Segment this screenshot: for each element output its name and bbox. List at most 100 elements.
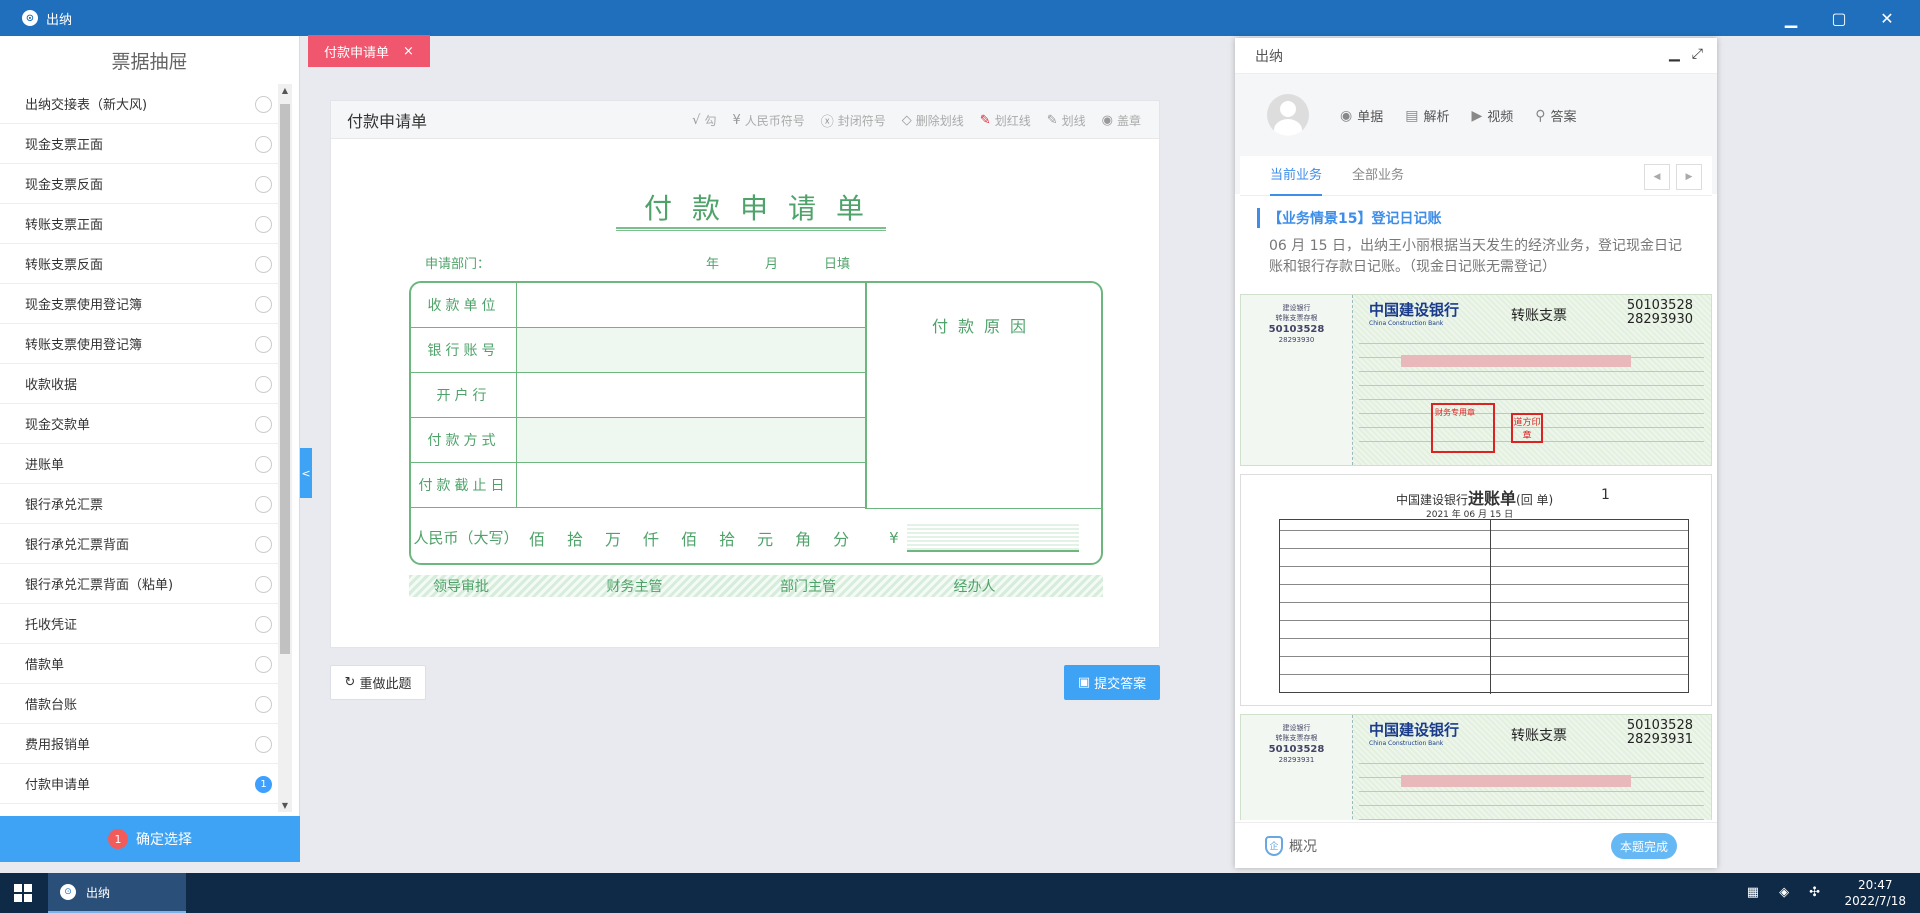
sidebar-item[interactable]: 银行承兑汇票: [0, 484, 280, 524]
sidebar-item[interactable]: 借款单: [0, 644, 280, 684]
amount-units[interactable]: 佰拾万仟佰拾元角分: [529, 526, 849, 550]
tab-payment-request[interactable]: 付款申请单 ×: [308, 35, 430, 67]
radio-icon[interactable]: [255, 176, 272, 193]
sidebar-item[interactable]: 转账支票反面: [0, 244, 280, 284]
tool-3[interactable]: ◇ 删除划线: [902, 112, 964, 129]
sidebar-item[interactable]: 现金交款单: [0, 404, 280, 444]
bill-list[interactable]: 出纳交接表（新大风) 现金支票正面 现金支票反面 转账支票正面 转账支票反面 现金支票使用…: [0, 84, 280, 812]
sidebar-item-label: 转账支票使用登记簿: [25, 338, 143, 353]
radio-icon[interactable]: [255, 576, 272, 593]
sidebar-item[interactable]: 收款收据: [0, 364, 280, 404]
prev-arrow-icon[interactable]: ◀: [1644, 164, 1670, 190]
form-row: 银行账号: [411, 328, 865, 373]
sidebar-item-label: 现金交款单: [25, 418, 91, 433]
form-row-input[interactable]: [517, 283, 865, 327]
apply-date[interactable]: 年 月 日填: [706, 253, 850, 272]
tool-6[interactable]: ◉ 盖章: [1102, 112, 1141, 129]
transfer-cheque-image[interactable]: 建设银行 转账支票存根 50103528 28293930 中国建设银行 Chin…: [1240, 294, 1712, 466]
finance-stamp: 财务专用章: [1431, 403, 1495, 453]
radio-icon[interactable]: [255, 696, 272, 713]
signature-label: 经办人: [953, 579, 996, 595]
calculator-icon[interactable]: ▦: [1747, 885, 1759, 900]
windows-start-icon[interactable]: [14, 884, 32, 902]
taskbar-app-cashier[interactable]: ⊙ 出纳: [48, 873, 186, 913]
scroll-down-icon[interactable]: ▼: [278, 801, 292, 810]
form-row-input[interactable]: [517, 373, 865, 417]
sidebar-item[interactable]: 现金支票反面: [0, 164, 280, 204]
signature-row[interactable]: 领导审批 财务主管 部门主管 经办人: [409, 575, 1103, 597]
radio-icon[interactable]: [255, 416, 272, 433]
tool-0[interactable]: √ 勾: [692, 112, 716, 129]
tag-icon[interactable]: ◈: [1779, 885, 1789, 900]
sidebar-item[interactable]: 转账支票使用登记簿: [0, 324, 280, 364]
radio-icon[interactable]: 1: [255, 776, 272, 793]
next-arrow-icon[interactable]: ▶: [1676, 164, 1702, 190]
scroll-thumb[interactable]: [280, 104, 290, 654]
panel-link-label: 视频: [1487, 110, 1514, 125]
tool-5[interactable]: ✎ 划线: [1047, 112, 1086, 129]
sidebar-item[interactable]: 银行承兑汇票背面（粘单): [0, 564, 280, 604]
radio-icon[interactable]: [255, 496, 272, 513]
sidebar-item[interactable]: 托收凭证: [0, 604, 280, 644]
sidebar-item[interactable]: 转账支票正面: [0, 204, 280, 244]
form-row-input[interactable]: [517, 418, 865, 462]
panel-link[interactable]: ⚲ 答案: [1535, 106, 1576, 126]
maximize-button[interactable]: ▢: [1826, 9, 1852, 28]
task-complete-button[interactable]: 本题完成: [1611, 833, 1677, 859]
redo-button[interactable]: ↻ 重做此题: [330, 665, 426, 700]
tab-close-icon[interactable]: ×: [403, 44, 414, 59]
radio-icon[interactable]: [255, 136, 272, 153]
deposit-bank: 中国建设银行: [1396, 493, 1469, 507]
radio-icon[interactable]: [255, 456, 272, 473]
radio-icon[interactable]: [255, 216, 272, 233]
radio-icon[interactable]: [255, 296, 272, 313]
sidebar-item[interactable]: 出纳交接表（新大风): [0, 84, 280, 124]
tool-1[interactable]: ¥ 人民币符号: [732, 112, 804, 129]
radio-icon[interactable]: [255, 96, 272, 113]
panel-link[interactable]: ▶ 视频: [1471, 106, 1514, 126]
sidebar-item[interactable]: 费用报销单: [0, 724, 280, 764]
sidebar-item[interactable]: 付款申请单 1: [0, 764, 280, 804]
sidebar-item[interactable]: 现金支票正面: [0, 124, 280, 164]
payment-reason-field[interactable]: 付款原因: [865, 283, 1101, 509]
panel-expand-icon[interactable]: ⤢: [1692, 46, 1703, 62]
document-images[interactable]: 建设银行 转账支票存根 50103528 28293930 中国建设银行 Chin…: [1240, 294, 1712, 820]
overview-link[interactable]: 概况: [1289, 836, 1317, 856]
radio-icon[interactable]: [255, 336, 272, 353]
panel-links: ◉ 单据 ▤ 解析 ▶ 视频 ⚲ 答案: [1340, 106, 1577, 126]
network-icon[interactable]: ✣: [1809, 885, 1820, 900]
panel-minimize-icon[interactable]: ▁: [1669, 46, 1680, 62]
minimize-button[interactable]: ▁: [1778, 9, 1804, 28]
tool-4[interactable]: ✎ 划红线: [980, 112, 1031, 129]
clock[interactable]: 20:47 2022/7/18: [1844, 877, 1906, 909]
scroll-up-icon[interactable]: ▲: [278, 86, 292, 95]
submit-answer-button[interactable]: ▣ 提交答案: [1064, 665, 1160, 700]
tab-current-business[interactable]: 当前业务: [1270, 156, 1323, 196]
confirm-selection-button[interactable]: 1 确定选择: [0, 816, 300, 862]
sidebar-item[interactable]: 进账单: [0, 444, 280, 484]
tool-icon: ¥: [732, 112, 741, 128]
sidebar-item[interactable]: 现金支票使用登记簿: [0, 284, 280, 324]
sidebar-item[interactable]: 银行承兑汇票背面: [0, 524, 280, 564]
sidebar-scrollbar[interactable]: ▲ ▼: [278, 84, 292, 812]
form-row-input[interactable]: [517, 328, 865, 372]
form-row-input[interactable]: [517, 463, 865, 507]
radio-icon[interactable]: [255, 736, 272, 753]
radio-icon[interactable]: [255, 536, 272, 553]
tool-2[interactable]: ⓧ 封闭符号: [821, 111, 886, 130]
apply-dept-label[interactable]: 申请部门：: [425, 253, 490, 272]
close-button[interactable]: ✕: [1874, 9, 1900, 28]
deposit-slip-image[interactable]: 中国建设银行进账单(回 单) 1 2021 年 06 月 15 日: [1240, 474, 1712, 706]
panel-link[interactable]: ▤ 解析: [1405, 106, 1449, 126]
tool-label: 划红线: [994, 113, 1031, 128]
collapse-sidebar-button[interactable]: <: [300, 448, 312, 498]
transfer-cheque-image-2[interactable]: 建设银行 转账支票存根 50103528 28293931 中国建设银行 Chin…: [1240, 714, 1712, 820]
sidebar-item[interactable]: 借款台账: [0, 684, 280, 724]
radio-icon[interactable]: [255, 256, 272, 273]
amount-figure-field[interactable]: [906, 524, 1079, 552]
radio-icon[interactable]: [255, 656, 272, 673]
radio-icon[interactable]: [255, 376, 272, 393]
radio-icon[interactable]: [255, 616, 272, 633]
panel-link[interactable]: ◉ 单据: [1340, 106, 1383, 126]
tab-all-business[interactable]: 全部业务: [1352, 156, 1404, 196]
